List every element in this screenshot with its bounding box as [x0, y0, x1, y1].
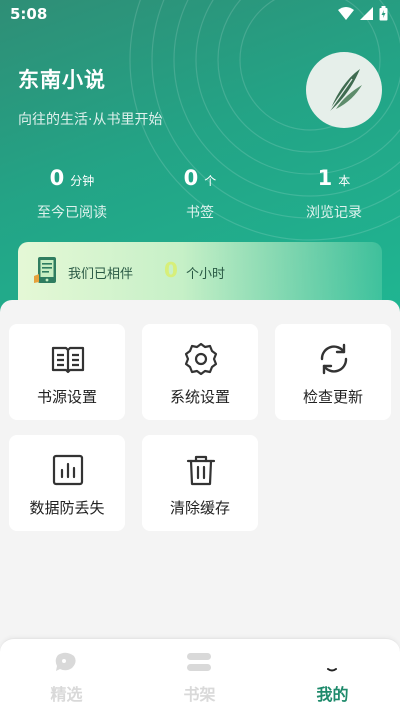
menu-item-label: 书源设置	[36, 388, 97, 406]
menu-panel: 书源设置 系统设置 检查更新 数据防丢失 清除缓存	[0, 300, 400, 640]
tab-label: 我的	[316, 685, 349, 704]
stat-bookmarks[interactable]: 0 个 书签	[140, 166, 260, 222]
stat-unit: 个	[204, 174, 217, 188]
menu-item-source-settings[interactable]: 书源设置	[9, 324, 125, 420]
tab-label: 书架	[183, 685, 216, 704]
battery-icon	[379, 6, 388, 21]
refresh-icon	[320, 343, 348, 375]
featured-icon	[55, 652, 76, 671]
banner-unit: 个小时	[186, 267, 226, 282]
stat-browse-history[interactable]: 1 本 浏览记录	[274, 166, 394, 222]
menu-item-label: 系统设置	[169, 388, 230, 406]
stat-value: 0	[183, 166, 199, 190]
menu-item-clear-cache[interactable]: 清除缓存	[142, 435, 258, 531]
leaf-logo-icon	[327, 69, 362, 114]
menu-item-system-settings[interactable]: 系统设置	[142, 324, 258, 420]
stat-label: 浏览记录	[306, 205, 362, 221]
status-bar: 5:08	[0, 0, 400, 28]
phone-reading-icon	[34, 257, 56, 283]
status-time: 5:08	[10, 5, 48, 23]
menu-item-data-backup[interactable]: 数据防丢失	[9, 435, 125, 531]
gear-icon	[184, 342, 218, 376]
banner-hours-value: 0	[164, 258, 178, 282]
menu-item-label: 清除缓存	[169, 499, 230, 517]
app-subtitle: 向往的生活·从书里开始	[18, 112, 163, 128]
menu-item-label: 检查更新	[302, 388, 363, 406]
app-logo	[306, 52, 382, 128]
bar-chart-icon	[52, 454, 84, 486]
cellular-signal-icon	[360, 7, 373, 20]
tab-profile[interactable]: 我的	[266, 639, 399, 711]
profile-icon	[327, 668, 337, 672]
stat-label: 至今已阅读	[37, 205, 107, 221]
trash-icon	[186, 455, 216, 486]
book-open-icon	[51, 346, 85, 374]
stat-unit: 本	[338, 174, 351, 188]
tab-featured[interactable]: 精选	[0, 639, 133, 711]
app-title: 东南小说	[18, 68, 106, 92]
bookshelf-icon	[187, 653, 211, 671]
profile-header: 5:08 东南小说 向往的生活·从书里开始 0 分钟 至今已阅读 0 个 书签 …	[0, 0, 400, 320]
menu-item-label: 数据防丢失	[29, 499, 105, 517]
decorative-rings	[129, 0, 400, 241]
bottom-tab-bar: 精选 书架 我的	[0, 638, 400, 711]
stat-value: 0	[49, 166, 65, 190]
tab-label: 精选	[50, 685, 83, 704]
stat-reading-time: 0 分钟 至今已阅读	[12, 166, 132, 222]
tab-bookshelf[interactable]: 书架	[133, 639, 266, 711]
companion-banner: 我们已相伴 0 个小时	[18, 242, 382, 300]
stat-unit: 分钟	[70, 174, 95, 188]
stat-label: 书签	[186, 205, 214, 221]
stat-value: 1	[317, 166, 333, 190]
menu-item-check-update[interactable]: 检查更新	[275, 324, 391, 420]
banner-text: 我们已相伴	[68, 267, 134, 282]
wifi-icon	[338, 7, 354, 20]
